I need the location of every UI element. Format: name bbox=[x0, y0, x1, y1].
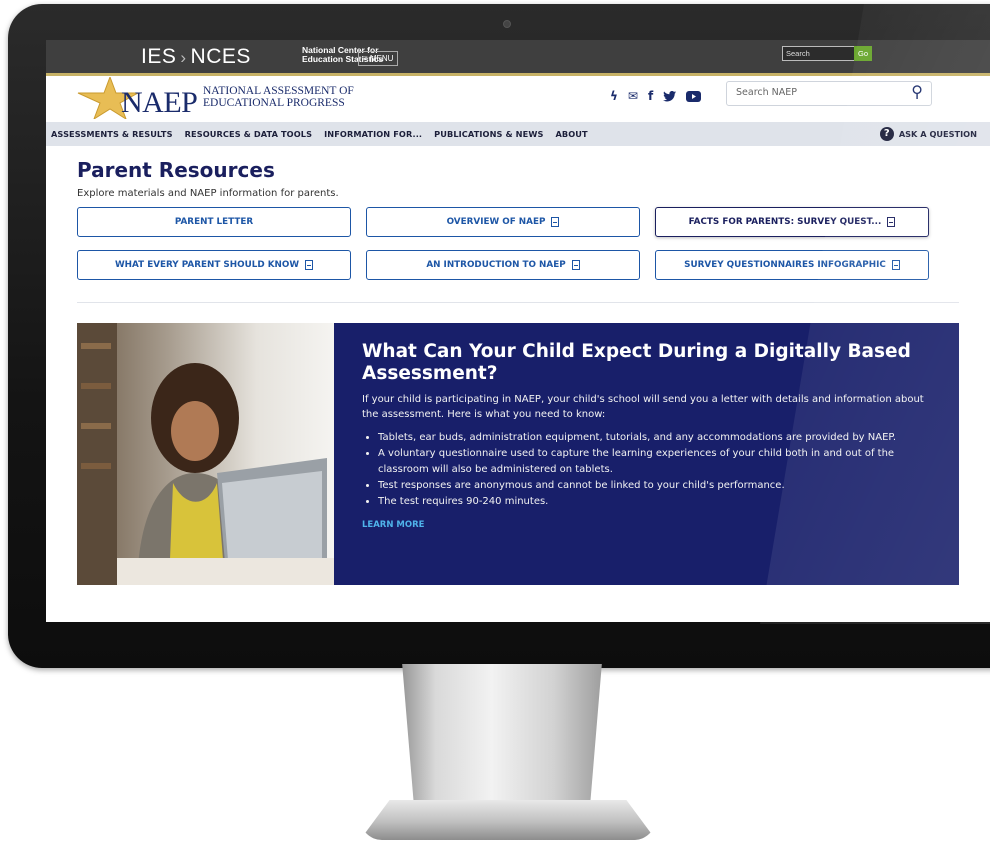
naep-search-input[interactable]: Search NAEP ⚲ bbox=[726, 81, 932, 106]
list-item: A voluntary questionnaire used to captur… bbox=[378, 446, 933, 478]
list-item: Tablets, ear buds, administration equipm… bbox=[378, 430, 933, 446]
naep-logo-fullname: NATIONAL ASSESSMENT OF EDUCATIONAL PROGR… bbox=[203, 85, 354, 109]
menu-button[interactable]: ≡ MENU bbox=[358, 51, 399, 66]
button-label: FACTS FOR PARENTS: SURVEY QUEST... bbox=[688, 217, 882, 227]
facebook-icon[interactable]: f bbox=[648, 89, 653, 103]
introduction-to-naep-button[interactable]: AN INTRODUCTION TO NAEP bbox=[366, 250, 640, 280]
social-links: ϟ ✉ f bbox=[610, 89, 702, 103]
youtube-icon[interactable] bbox=[686, 90, 702, 102]
feature-intro: If your child is participating in NAEP, … bbox=[362, 394, 924, 420]
button-label: WHAT EVERY PARENT SHOULD KNOW bbox=[114, 260, 300, 270]
ies-separator: › bbox=[180, 48, 187, 67]
learn-more-link[interactable]: LEARN MORE bbox=[362, 520, 933, 530]
ies-top-bar: IES › NCES National Center for Education S… bbox=[46, 40, 990, 76]
ies-go-button[interactable]: Go bbox=[854, 46, 872, 61]
nav-about[interactable]: ABOUT bbox=[555, 129, 587, 139]
document-icon bbox=[571, 260, 580, 270]
nav-publications-news[interactable]: PUBLICATIONS & NEWS bbox=[434, 129, 543, 139]
feature-title: What Can Your Child Expect During a Digi… bbox=[362, 341, 911, 384]
email-icon[interactable]: ✉ bbox=[628, 89, 638, 103]
list-item: Test responses are anonymous and cannot … bbox=[378, 478, 933, 494]
monitor-stand-neck bbox=[402, 664, 602, 814]
naep-header: NAEP NATIONAL ASSESSMENT OF EDUCATIONAL … bbox=[46, 76, 990, 122]
button-label: AN INTRODUCTION TO NAEP bbox=[426, 260, 566, 270]
main-content: Parent Resources Explore materials and N… bbox=[46, 146, 990, 585]
naep-logo-word[interactable]: NAEP bbox=[121, 86, 198, 120]
nav-resources-data-tools[interactable]: RESOURCES & DATA TOOLS bbox=[185, 129, 313, 139]
twitter-icon[interactable] bbox=[663, 90, 677, 102]
overview-of-naep-button[interactable]: OVERVIEW OF NAEP bbox=[366, 207, 640, 237]
monitor-stand-base bbox=[360, 800, 656, 840]
document-icon bbox=[305, 260, 314, 270]
feature-body: What Can Your Child Expect During a Digi… bbox=[334, 323, 959, 585]
page-title: Parent Resources bbox=[77, 158, 275, 182]
naep-logo-line2: EDUCATIONAL PROGRESS bbox=[203, 97, 345, 109]
ask-a-question-link[interactable]: ? ASK A QUESTION bbox=[879, 127, 977, 141]
ies-search-input[interactable]: Search bbox=[782, 46, 857, 61]
resource-buttons: PARENT LETTER OVERVIEW OF NAEP FACTS FOR… bbox=[77, 207, 959, 280]
document-icon bbox=[887, 217, 896, 227]
button-label: OVERVIEW OF NAEP bbox=[446, 217, 546, 227]
document-icon bbox=[891, 260, 900, 270]
nces-label: NCES bbox=[190, 45, 251, 68]
student-laptop-photo bbox=[77, 323, 334, 585]
page-subtitle: Explore materials and NAEP information f… bbox=[77, 188, 339, 199]
lightning-icon[interactable]: ϟ bbox=[610, 89, 618, 103]
screen: IES › NCES National Center for Education S… bbox=[46, 40, 990, 622]
button-label: PARENT LETTER bbox=[174, 217, 254, 227]
section-divider bbox=[77, 302, 959, 303]
search-placeholder: Search NAEP bbox=[736, 87, 797, 98]
search-icon[interactable]: ⚲ bbox=[911, 82, 923, 101]
naep-logo-line1: NATIONAL ASSESSMENT OF bbox=[203, 85, 354, 97]
ies-nces-logo[interactable]: IES › NCES bbox=[141, 45, 251, 69]
feature-list: Tablets, ear buds, administration equipm… bbox=[362, 430, 933, 510]
feature-panel: What Can Your Child Expect During a Digi… bbox=[77, 323, 959, 585]
question-icon: ? bbox=[879, 127, 894, 141]
button-label: SURVEY QUESTIONNAIRES INFOGRAPHIC bbox=[684, 260, 886, 270]
facts-for-parents-button[interactable]: FACTS FOR PARENTS: SURVEY QUEST... bbox=[655, 207, 929, 237]
list-item: The test requires 90-240 minutes. bbox=[378, 494, 933, 510]
main-nav: ASSESSMENTS & RESULTS RESOURCES & DATA T… bbox=[46, 122, 990, 146]
document-icon bbox=[551, 217, 560, 227]
webcam bbox=[503, 20, 511, 28]
nav-assessments-results[interactable]: ASSESSMENTS & RESULTS bbox=[51, 129, 173, 139]
survey-questionnaires-infographic-button[interactable]: SURVEY QUESTIONNAIRES INFOGRAPHIC bbox=[655, 250, 929, 280]
ies-label: IES bbox=[141, 45, 177, 68]
parent-letter-button[interactable]: PARENT LETTER bbox=[77, 207, 351, 237]
ask-a-question-label: ASK A QUESTION bbox=[898, 129, 977, 139]
nav-information-for[interactable]: INFORMATION FOR... bbox=[324, 129, 422, 139]
what-every-parent-should-know-button[interactable]: WHAT EVERY PARENT SHOULD KNOW bbox=[77, 250, 351, 280]
